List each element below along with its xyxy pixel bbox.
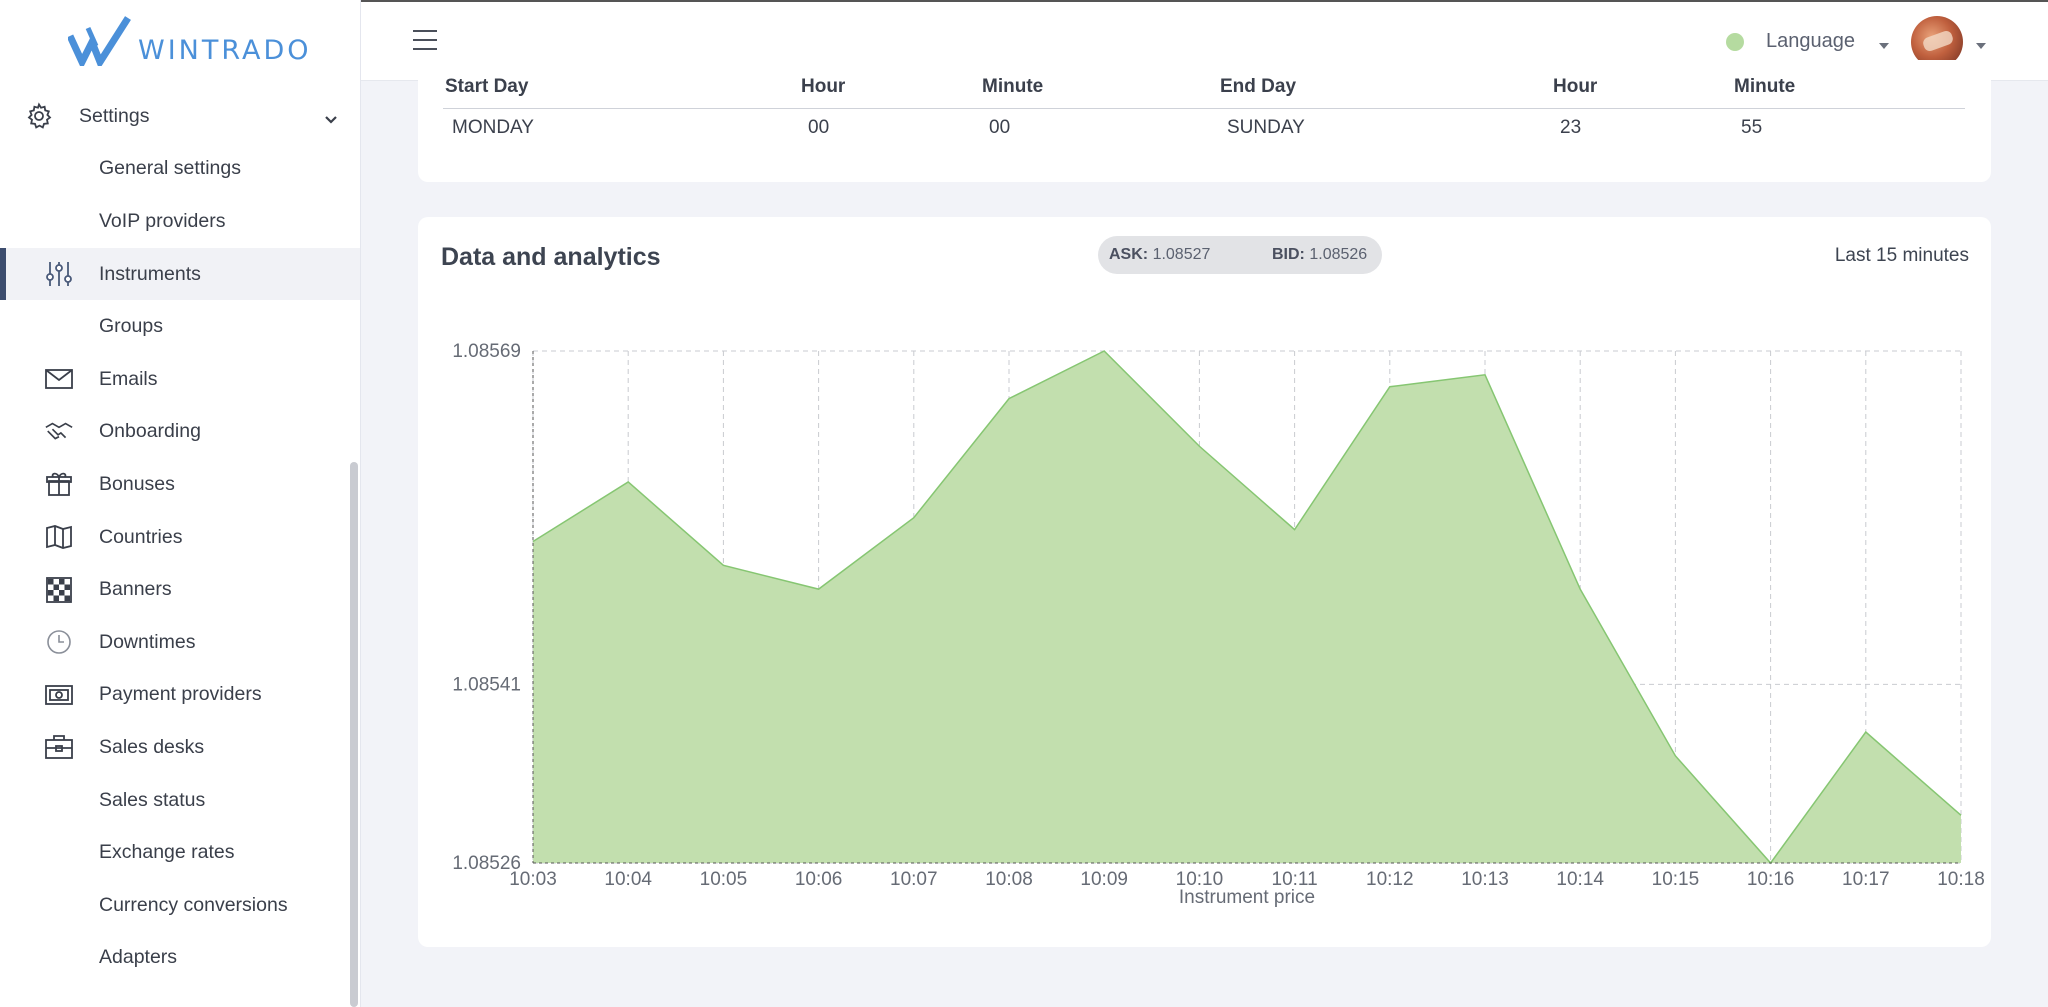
- sidebar-item-adapters[interactable]: Adapters: [0, 932, 360, 985]
- column-header: Hour: [1553, 76, 1598, 97]
- table-cell: MONDAY: [452, 117, 534, 138]
- sidebar-item-general-settings[interactable]: General settings: [0, 143, 360, 196]
- column-header: Start Day: [445, 76, 529, 97]
- sidebar-item-downtimes[interactable]: Downtimes: [0, 616, 360, 669]
- sidebar-item-label: Currency conversions: [99, 893, 288, 916]
- sidebar-item-label: Instruments: [99, 262, 201, 285]
- price-area-chart: 1.085691.085411.0852610:03 10:04 10:05 10:0…: [452, 341, 1985, 908]
- divider: [443, 108, 1965, 109]
- sidebar-item-countries[interactable]: Countries: [0, 511, 360, 564]
- x-tick-label: 10:14: [1556, 869, 1604, 890]
- caret-down-icon[interactable]: [1975, 37, 1987, 55]
- x-tick-label: 10:12: [1366, 869, 1414, 890]
- gear-icon: [24, 101, 54, 131]
- briefcase-icon: [44, 732, 74, 762]
- sidebar-item-label: VoIP providers: [99, 209, 226, 232]
- column-header: Minute: [1734, 76, 1796, 97]
- sidebar-item-payment-providers[interactable]: Payment providers: [0, 669, 360, 722]
- x-tick-label: 10:08: [985, 869, 1033, 890]
- x-tick-label: 10:13: [1461, 869, 1509, 890]
- sidebar-nav: Settings General settings VoIP providers…: [0, 90, 360, 984]
- x-tick-label: 10:16: [1747, 869, 1795, 890]
- table-cell: 55: [1741, 117, 1763, 138]
- sidebar-item-bonuses[interactable]: Bonuses: [0, 458, 360, 511]
- sidebar-item-label: Settings: [79, 104, 150, 127]
- gift-icon: [44, 469, 74, 499]
- x-tick-label: 10:09: [1080, 869, 1128, 890]
- bid-quote: BID: 1.08526: [1272, 246, 1367, 264]
- sidebar-item-label: Payment providers: [99, 683, 262, 706]
- logo-text: WINTRADO: [138, 35, 312, 66]
- y-tick-label: 1.08541: [452, 674, 521, 695]
- x-tick-label: 10:05: [700, 869, 748, 890]
- sidebar-item-label: Bonuses: [99, 472, 175, 495]
- time-range-label[interactable]: Last 15 minutes: [1835, 245, 1969, 267]
- sidebar-item-sales-desks[interactable]: Sales desks: [0, 721, 360, 774]
- x-tick-label: 10:17: [1842, 869, 1890, 890]
- map-icon: [44, 522, 74, 552]
- column-header: Hour: [801, 76, 846, 97]
- sidebar-item-exchange-rates[interactable]: Exchange rates: [0, 826, 360, 879]
- sidebar-item-label: Countries: [99, 525, 183, 548]
- sidebar: WINTRADO Settings General settings VoIP …: [0, 0, 361, 1007]
- chevron-down-icon: [324, 108, 338, 131]
- x-axis-label: Instrument price: [1179, 887, 1315, 908]
- x-tick-label: 10:18: [1937, 869, 1985, 890]
- sidebar-item-label: Exchange rates: [99, 841, 235, 864]
- sidebar-scrollbar[interactable]: [350, 462, 358, 1007]
- sidebar-item-currency-conversions[interactable]: Currency conversions: [0, 879, 360, 932]
- sidebar-item-instruments[interactable]: Instruments: [0, 247, 360, 301]
- x-tick-label: 10:06: [795, 869, 843, 890]
- sidebar-item-emails[interactable]: Emails: [0, 353, 360, 406]
- sidebar-item-label: Banners: [99, 578, 172, 601]
- money-icon: [44, 680, 74, 710]
- hamburger-menu-icon[interactable]: [412, 29, 438, 56]
- sidebar-item-voip-providers[interactable]: VoIP providers: [0, 195, 360, 248]
- ask-label: ASK:: [1109, 246, 1149, 263]
- sidebar-item-label: Sales desks: [99, 735, 205, 758]
- sidebar-item-banners[interactable]: Banners: [0, 563, 360, 616]
- sidebar-item-label: Onboarding: [99, 420, 201, 443]
- table-cell: 23: [1560, 117, 1582, 138]
- x-tick-label: 10:07: [890, 869, 938, 890]
- bid-label: BID:: [1272, 246, 1305, 263]
- clock-icon: [44, 627, 74, 657]
- sidebar-item-settings[interactable]: Settings: [0, 90, 360, 143]
- sliders-icon: [44, 259, 74, 289]
- sidebar-item-label: Emails: [99, 367, 158, 390]
- analytics-card: 1.08569 1.08541 1.08526 10:03 10:04 10:05 10:0…: [418, 217, 1991, 947]
- trading-schedule-card: Start Day Hour Minute End Day Hour Minut…: [418, 60, 1991, 182]
- handshake-icon: [44, 417, 74, 447]
- price-area: [533, 351, 1961, 863]
- sidebar-item-label: Adapters: [99, 946, 178, 969]
- x-tick-label: 10:15: [1652, 869, 1700, 890]
- sidebar-item-groups[interactable]: Groups: [0, 300, 360, 353]
- x-tick-label: 10:03: [509, 869, 557, 890]
- sidebar-item-label: Groups: [99, 315, 163, 338]
- table-cell: 00: [808, 117, 830, 138]
- sidebar-item-label: General settings: [99, 157, 241, 180]
- ask-bid-badge: ASK: 1.08527 BID: 1.08526: [1098, 236, 1382, 274]
- table-cell: 00: [989, 117, 1011, 138]
- column-header: Minute: [982, 76, 1044, 97]
- wintrado-logo[interactable]: WINTRADO: [68, 16, 312, 66]
- envelope-icon: [44, 364, 74, 394]
- checkerboard-icon: [44, 575, 74, 605]
- online-status-dot: [1726, 33, 1744, 51]
- caret-down-icon[interactable]: [1878, 37, 1890, 55]
- ask-quote: ASK: 1.08527: [1109, 246, 1210, 264]
- bid-value: 1.08526: [1309, 246, 1368, 263]
- logo-mark-icon: [68, 16, 131, 66]
- section-title: Data and analytics: [441, 243, 661, 271]
- language-selector[interactable]: Language: [1766, 30, 1855, 53]
- sidebar-item-label: Sales status: [99, 788, 206, 811]
- sidebar-item-label: Downtimes: [99, 630, 196, 653]
- table-cell: SUNDAY: [1227, 117, 1305, 138]
- ask-value: 1.08527: [1152, 246, 1211, 263]
- column-header: End Day: [1220, 76, 1297, 97]
- sidebar-item-onboarding[interactable]: Onboarding: [0, 406, 360, 459]
- x-tick-label: 10:04: [604, 869, 652, 890]
- sidebar-item-sales-status[interactable]: Sales status: [0, 774, 360, 827]
- y-tick-label: 1.08569: [452, 341, 521, 362]
